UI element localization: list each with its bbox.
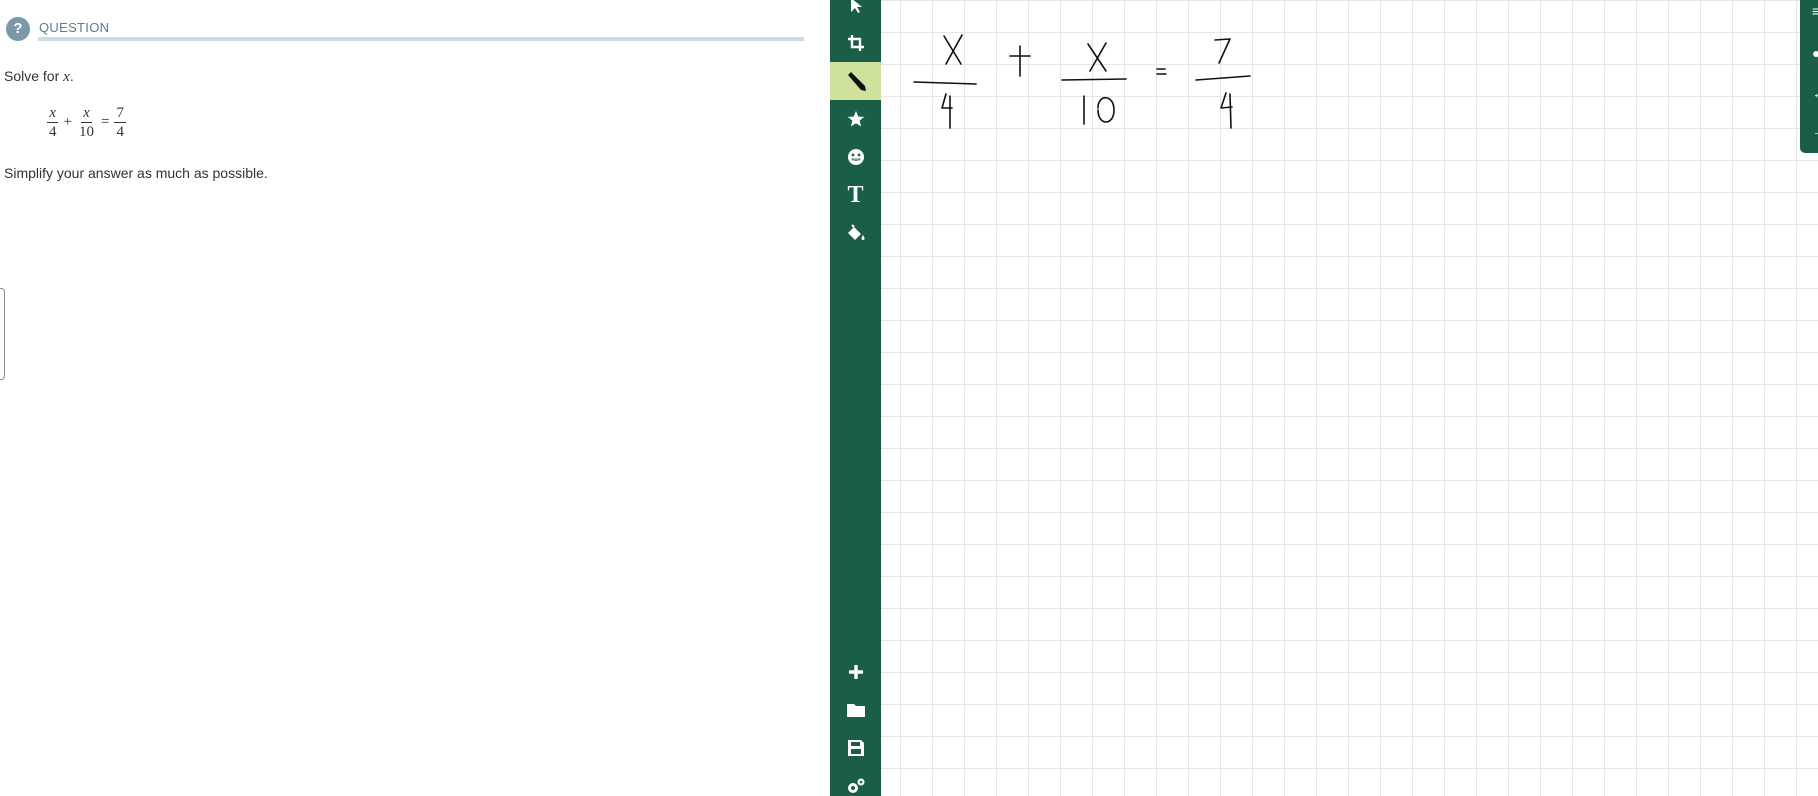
- text-tool-button[interactable]: T: [830, 176, 881, 214]
- fraction-numerator: x: [47, 105, 59, 123]
- fraction-denominator: 10: [78, 124, 94, 140]
- right-side-panel[interactable]: ≡ ● ← →: [1800, 0, 1818, 153]
- crop-icon: [847, 35, 864, 51]
- fraction-rhs: 7 4: [114, 104, 126, 141]
- question-heading: QUESTION: [39, 20, 110, 35]
- crop-tool-button[interactable]: [830, 24, 881, 62]
- question-circle-icon[interactable]: ?: [6, 17, 30, 41]
- prompt-text: Solve for: [4, 68, 64, 84]
- handwriting-layer: [913, 34, 1251, 129]
- ink-4-2: [1220, 92, 1233, 129]
- ink-10: [1083, 95, 1115, 125]
- fraction-numerator: x: [81, 105, 92, 123]
- fraction-term1: x 4: [47, 104, 59, 141]
- pencil-tool-button[interactable]: [830, 62, 881, 100]
- fraction-denominator: 4: [49, 124, 57, 140]
- text-icon: T: [847, 181, 864, 208]
- prompt-variable: x: [63, 69, 70, 85]
- fill-tool-button[interactable]: [830, 214, 881, 252]
- ink-4-1: [941, 93, 953, 129]
- equation: x 4 + x 10 = 7 4: [46, 104, 127, 141]
- plus-icon: [848, 665, 863, 679]
- question-panel: ? QUESTION Solve for x. x 4 + x 10 = 7 4…: [0, 0, 830, 796]
- color-icon[interactable]: ●: [1812, 46, 1818, 60]
- cursor-arrow-icon: [850, 0, 862, 13]
- answer-panel-handle[interactable]: [0, 288, 5, 380]
- ink-7: [1214, 38, 1231, 64]
- equals-sign: =: [100, 114, 110, 130]
- ink-fraction-bar-2: [1061, 78, 1127, 81]
- instruction-text: Simplify your answer as much as possible…: [4, 165, 268, 181]
- settings-button[interactable]: [830, 767, 881, 796]
- plus-sign: +: [63, 114, 72, 130]
- ink-plus: [1009, 45, 1031, 77]
- fraction-term2: x 10: [77, 104, 96, 141]
- save-icon: [847, 740, 864, 756]
- select-tool-button[interactable]: [830, 0, 881, 24]
- open-button[interactable]: [830, 691, 881, 729]
- ink-fraction-bar-1: [913, 81, 977, 85]
- whiteboard-toolbar: T: [830, 0, 881, 796]
- emoji-icon: [847, 149, 864, 165]
- ink-equals: [1156, 68, 1167, 75]
- star-icon: [847, 111, 864, 127]
- add-page-button[interactable]: [830, 653, 881, 691]
- folder-icon: [846, 704, 865, 717]
- undo-icon[interactable]: ←: [1812, 86, 1818, 100]
- pencil-icon: [847, 72, 866, 91]
- fraction-denominator: 4: [116, 124, 124, 140]
- gears-icon: [847, 778, 864, 793]
- save-button[interactable]: [830, 729, 881, 767]
- redo-icon[interactable]: →: [1812, 124, 1818, 138]
- paint-bucket-icon: [847, 224, 864, 240]
- ink-fraction-bar-3: [1195, 75, 1251, 81]
- ink-x-2: [1087, 42, 1107, 72]
- app-root: ? QUESTION Solve for x. x 4 + x 10 = 7 4…: [0, 0, 1818, 796]
- question-prompt: Solve for x.: [4, 68, 74, 86]
- shapes-tool-button[interactable]: [830, 100, 881, 138]
- stickers-tool-button[interactable]: [830, 138, 881, 176]
- heading-divider: [38, 37, 804, 41]
- menu-icon[interactable]: ≡: [1812, 4, 1818, 18]
- fraction-numerator: 7: [114, 105, 126, 123]
- ink-x-1: [943, 34, 963, 65]
- prompt-period: .: [69, 68, 74, 84]
